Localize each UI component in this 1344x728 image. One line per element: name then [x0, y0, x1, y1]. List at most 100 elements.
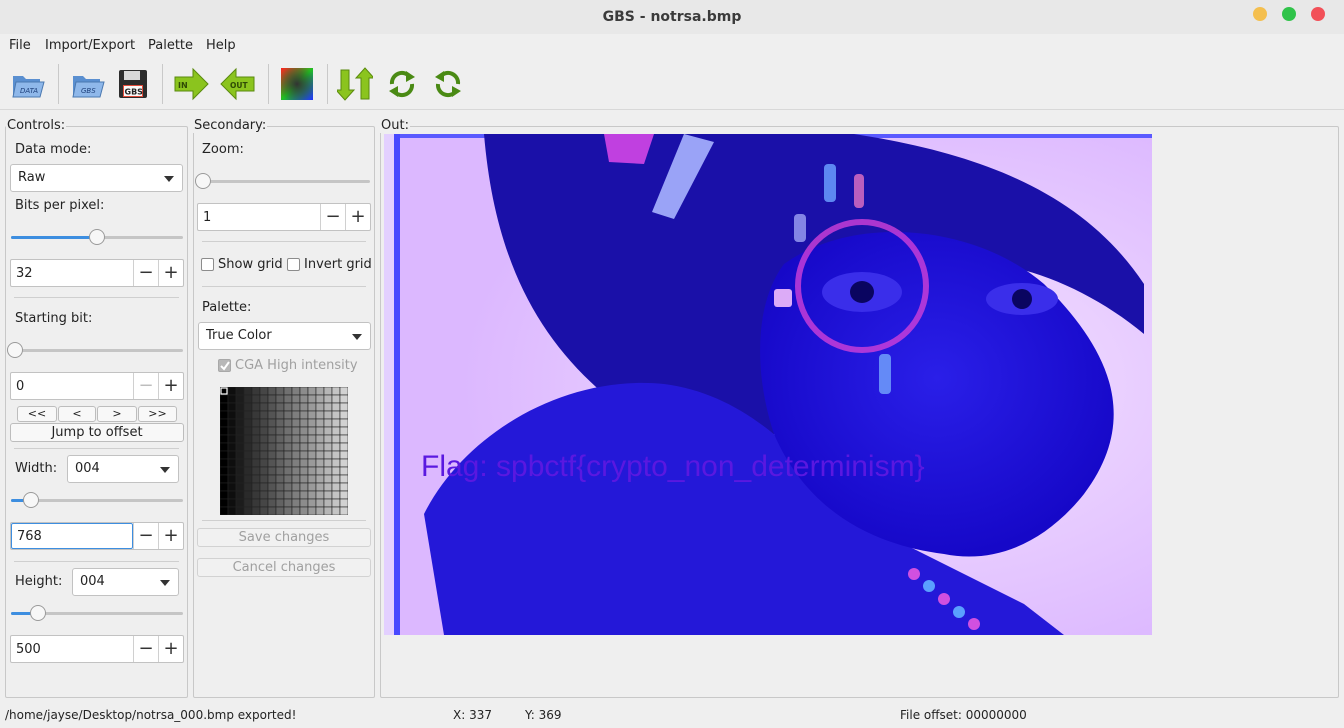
- height-spinbox[interactable]: − +: [10, 635, 184, 663]
- slider-handle[interactable]: [89, 229, 105, 245]
- palette-cell[interactable]: [251, 402, 261, 412]
- palette-cell[interactable]: [299, 426, 309, 436]
- width-slider[interactable]: [11, 490, 183, 510]
- palette-cell[interactable]: [227, 387, 237, 396]
- palette-cell[interactable]: [339, 394, 348, 404]
- palette-cell[interactable]: [307, 387, 317, 396]
- palette-cell[interactable]: [227, 450, 237, 460]
- palette-cell[interactable]: [243, 418, 253, 428]
- palette-cell[interactable]: [331, 466, 341, 476]
- palette-cell[interactable]: [323, 434, 333, 444]
- palette-cell[interactable]: [220, 482, 229, 492]
- palette-cell[interactable]: [291, 506, 301, 515]
- palette-cell[interactable]: [315, 394, 325, 404]
- palette-cell[interactable]: [235, 426, 245, 436]
- menu-import-export[interactable]: Import/Export: [45, 38, 135, 53]
- rotate-cw-button[interactable]: [430, 66, 466, 102]
- palette-cell[interactable]: [307, 402, 317, 412]
- palette-cell[interactable]: [291, 482, 301, 492]
- palette-cell[interactable]: [331, 490, 341, 500]
- palette-cell[interactable]: [251, 458, 261, 468]
- palette-cell[interactable]: [299, 498, 309, 508]
- palette-cell[interactable]: [220, 450, 229, 460]
- palette-cell[interactable]: [291, 442, 301, 452]
- palette-cell[interactable]: [235, 410, 245, 420]
- palette-cell[interactable]: [259, 434, 269, 444]
- palette-cell[interactable]: [251, 442, 261, 452]
- palette-cell[interactable]: [291, 426, 301, 436]
- palette-cell[interactable]: [243, 482, 253, 492]
- palette-cell[interactable]: [315, 426, 325, 436]
- palette-cell[interactable]: [275, 482, 285, 492]
- palette-cell[interactable]: [307, 482, 317, 492]
- cga-high-intensity-checkbox[interactable]: CGA High intensity: [218, 358, 368, 374]
- palette-cell[interactable]: [299, 402, 309, 412]
- palette-cell[interactable]: [227, 434, 237, 444]
- palette-cell[interactable]: [235, 458, 245, 468]
- palette-cell[interactable]: [243, 490, 253, 500]
- palette-cell[interactable]: [283, 458, 293, 468]
- show-grid-checkbox[interactable]: Show grid: [201, 257, 286, 273]
- palette-cell[interactable]: [251, 466, 261, 476]
- zoom-input[interactable]: [198, 204, 320, 230]
- palette-cell[interactable]: [307, 506, 317, 515]
- palette-cell[interactable]: [315, 442, 325, 452]
- palette-cell[interactable]: [331, 482, 341, 492]
- palette-cell[interactable]: [331, 410, 341, 420]
- palette-cell[interactable]: [235, 394, 245, 404]
- height-slider[interactable]: [11, 603, 183, 623]
- palette-cell[interactable]: [259, 458, 269, 468]
- palette-cell[interactable]: [243, 402, 253, 412]
- palette-cell[interactable]: [315, 434, 325, 444]
- palette-cell[interactable]: [323, 458, 333, 468]
- palette-cell[interactable]: [331, 442, 341, 452]
- palette-cell[interactable]: [275, 442, 285, 452]
- close-button[interactable]: [1311, 7, 1325, 21]
- height-select[interactable]: 004: [72, 568, 179, 596]
- palette-cell[interactable]: [307, 450, 317, 460]
- palette-cell[interactable]: [259, 482, 269, 492]
- palette-cell[interactable]: [243, 410, 253, 420]
- palette-cell[interactable]: [291, 490, 301, 500]
- palette-cell[interactable]: [291, 387, 301, 396]
- palette-cell[interactable]: [331, 418, 341, 428]
- palette-cell[interactable]: [315, 410, 325, 420]
- palette-cell[interactable]: [299, 490, 309, 500]
- palette-cell[interactable]: [227, 506, 237, 515]
- checkbox-box[interactable]: [201, 258, 214, 271]
- maximize-button[interactable]: [1282, 7, 1296, 21]
- palette-cell[interactable]: [291, 394, 301, 404]
- palette-cell[interactable]: [251, 482, 261, 492]
- width-input[interactable]: [11, 523, 133, 549]
- palette-cell[interactable]: [291, 458, 301, 468]
- palette-cell[interactable]: [275, 418, 285, 428]
- palette-cell[interactable]: [251, 498, 261, 508]
- palette-cell[interactable]: [235, 450, 245, 460]
- starting-bit-slider[interactable]: [7, 340, 183, 360]
- palette-cell[interactable]: [259, 402, 269, 412]
- palette-cell[interactable]: [267, 490, 277, 500]
- palette-cell[interactable]: [227, 418, 237, 428]
- palette-cell[interactable]: [251, 387, 261, 396]
- palette-cell[interactable]: [331, 434, 341, 444]
- palette-cell[interactable]: [235, 402, 245, 412]
- palette-cell[interactable]: [283, 434, 293, 444]
- palette-cell[interactable]: [339, 474, 348, 484]
- palette-cell[interactable]: [323, 387, 333, 396]
- import-button[interactable]: IN: [173, 66, 209, 102]
- cancel-changes-button[interactable]: Cancel changes: [197, 558, 371, 577]
- starting-bit-spinbox[interactable]: − +: [10, 372, 184, 400]
- palette-cell[interactable]: [323, 410, 333, 420]
- palette-cell[interactable]: [275, 498, 285, 508]
- palette-cell[interactable]: [323, 442, 333, 452]
- palette-cell[interactable]: [315, 506, 325, 515]
- palette-cell[interactable]: [251, 394, 261, 404]
- palette-cell[interactable]: [315, 450, 325, 460]
- palette-cell[interactable]: [235, 434, 245, 444]
- palette-cell[interactable]: [227, 474, 237, 484]
- palette-cell[interactable]: [243, 498, 253, 508]
- palette-cell[interactable]: [323, 450, 333, 460]
- palette-cell[interactable]: [307, 466, 317, 476]
- palette-cell[interactable]: [267, 466, 277, 476]
- zoom-spinbox[interactable]: − +: [197, 203, 371, 231]
